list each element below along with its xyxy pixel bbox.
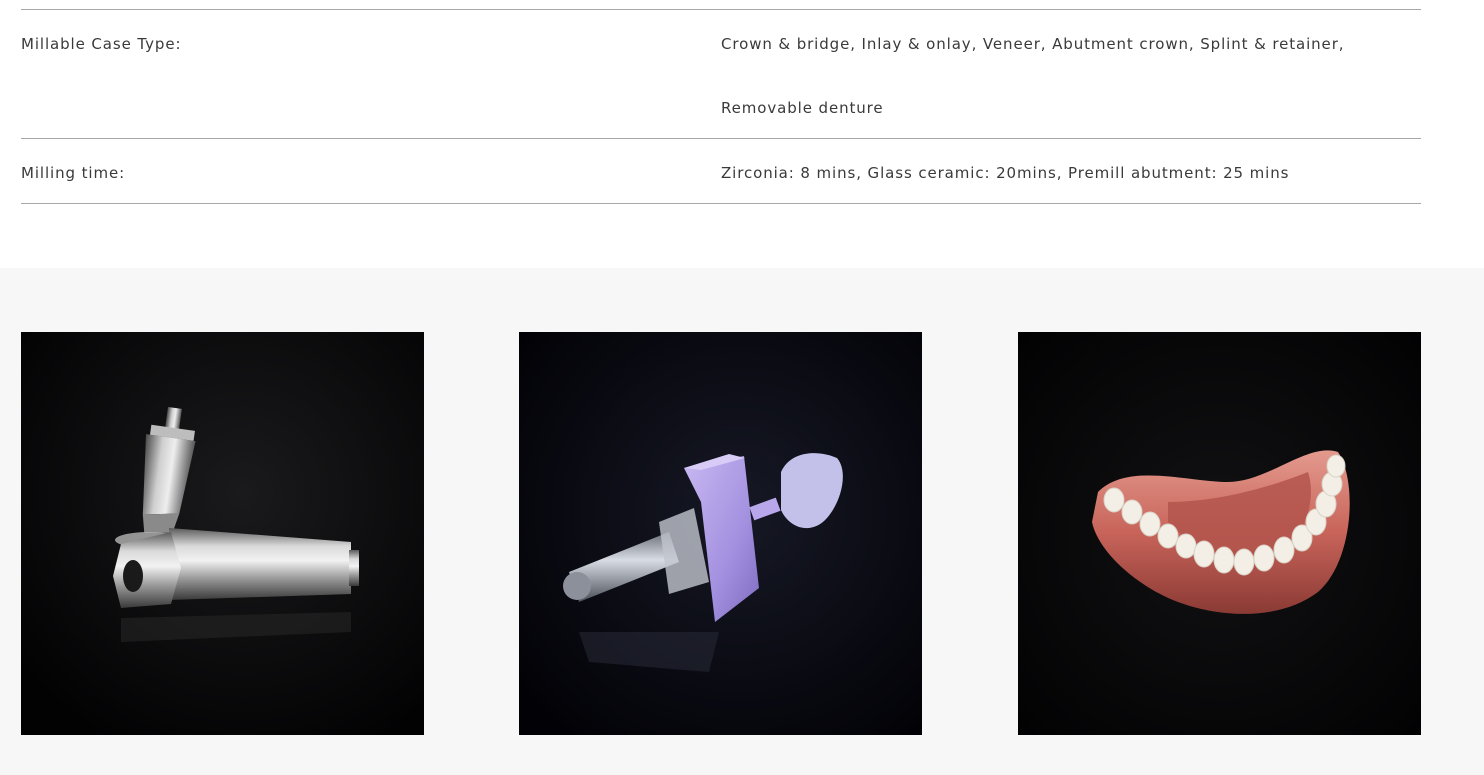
spec-row-case-type: Millable Case Type: Crown & bridge, Inla… [21,10,1421,139]
specifications-section: Millable Case Type: Crown & bridge, Inla… [0,0,1484,268]
spec-value-line: Crown & bridge, Inlay & onlay, Veneer, A… [721,35,1345,53]
spec-table: Millable Case Type: Crown & bridge, Inla… [21,9,1421,204]
gallery-image-abutment[interactable] [21,332,424,735]
spec-value-line: Zirconia: 8 mins, Glass ceramic: 20mins,… [721,164,1290,182]
spec-value: Crown & bridge, Inlay & onlay, Veneer, A… [721,10,1421,138]
wax-crown-photo [519,332,922,735]
denture-photo [1018,332,1421,735]
product-gallery [0,268,1484,775]
gallery-image-denture[interactable] [1018,332,1421,735]
spec-label: Milling time: [21,164,126,182]
spec-label: Millable Case Type: [21,35,182,53]
spec-value: Zirconia: 8 mins, Glass ceramic: 20mins,… [721,139,1421,203]
spec-row-milling-time: Milling time: Zirconia: 8 mins, Glass ce… [21,139,1421,204]
gallery-image-wax-crown[interactable] [519,332,922,735]
abutment-photo [21,332,424,735]
spec-value-line: Removable denture [721,99,884,117]
